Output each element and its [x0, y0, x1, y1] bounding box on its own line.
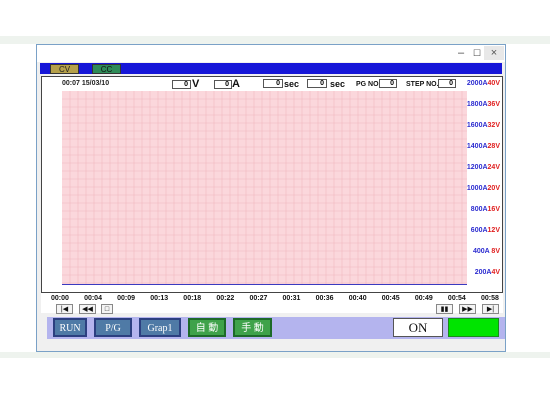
y-tick-label: 1200A24V [467, 164, 500, 171]
y-tick-voltage: 32V [487, 122, 500, 129]
y-tick-voltage: 28V [487, 143, 500, 150]
y-tick-current: 400A [473, 248, 490, 255]
status-indicator [448, 318, 499, 337]
y-tick-label: 1800A36V [467, 101, 500, 108]
next-page-button[interactable]: ▶▶ [459, 304, 476, 314]
x-tick-label: 00:09 [117, 295, 136, 302]
app-window: – ☐ × CV CC 00:07 15/03/10 0 V 0 A 0 sec… [36, 44, 506, 352]
y-tick-label: 600A12V [471, 227, 500, 234]
mode-bar: CV CC [40, 63, 502, 74]
y-tick-label: 200A4V [475, 269, 500, 276]
x-tick-label: 00:13 [150, 295, 169, 302]
y-tick-label: 1600A32V [467, 122, 500, 129]
x-tick-label: 00:22 [216, 295, 235, 302]
y-tick-voltage: 40V [487, 80, 500, 87]
x-tick-label: 00:36 [315, 295, 334, 302]
previous-page-button[interactable]: ◀◀ [79, 304, 96, 314]
y-tick-current: 200A [474, 269, 492, 276]
x-tick-label: 00:18 [183, 295, 202, 302]
y-tick-label: 1400A28V [467, 143, 500, 150]
maximize-button[interactable]: ☐ [471, 46, 483, 60]
cc-mode-button[interactable]: CC [92, 64, 121, 74]
y-tick-current: 1800A [466, 101, 488, 108]
y-tick-label: 2000A40V [467, 80, 500, 87]
x-tick-label: 00:31 [282, 295, 301, 302]
datetime-display: 00:07 15/03/10 [62, 80, 110, 87]
current-value-field: 0 [214, 80, 232, 89]
run-button[interactable]: RUN [53, 318, 87, 337]
time2-unit-label: sec [330, 79, 346, 89]
background-band-bottom [0, 352, 550, 358]
x-tick-label: 00:00 [51, 295, 69, 302]
plot-area [62, 91, 467, 284]
program-button[interactable]: P/G [94, 318, 132, 337]
time2-value-field: 0 [307, 79, 327, 88]
y-tick-voltage: 4V [491, 269, 500, 276]
y-tick-voltage: 8V [489, 248, 500, 255]
y-tick-voltage: 16V [487, 206, 500, 213]
close-button[interactable]: × [484, 46, 504, 60]
graph-button[interactable]: Grap1 [139, 318, 181, 337]
pg-number-field: 0 [379, 79, 397, 88]
x-tick-label: 00:58 [481, 295, 499, 302]
minimize-button[interactable]: – [455, 46, 467, 60]
x-tick-label: 00:54 [447, 295, 466, 302]
y-tick-current: 600A [470, 227, 488, 234]
on-button[interactable]: ON [393, 318, 443, 337]
title-bar: – ☐ × [37, 45, 505, 62]
current-unit-label: A [232, 78, 240, 90]
auto-mode-button[interactable]: 自 動 [188, 318, 226, 337]
time1-value-field: 0 [263, 79, 283, 88]
cursor-marker-button[interactable]: □ [101, 304, 113, 314]
background-band-top [0, 36, 550, 44]
y-tick-voltage: 20V [487, 185, 500, 192]
y-tick-label: 1000A20V [467, 185, 500, 192]
y-tick-current: 1000A [466, 185, 488, 192]
pg-number-label: PG NO. [356, 81, 381, 88]
x-tick-label: 00:49 [414, 295, 433, 302]
bottom-toolbar: RUN P/G Grap1 自 動 手 動 ON [47, 317, 505, 339]
y-tick-voltage: 36V [487, 101, 500, 108]
y-tick-voltage: 24V [487, 164, 500, 171]
y-tick-label: 400A 8V [473, 248, 500, 255]
x-tick-label: 00:27 [249, 295, 268, 302]
y-tick-current: 1400A [466, 143, 488, 150]
chart-panel: 00:07 15/03/10 0 V 0 A 0 sec 0 sec PG NO… [41, 76, 503, 293]
timeline-bar: 00:00 00:04 00:09 00:13 00:18 00:22 00:27 00:31… [41, 293, 503, 314]
x-tick-label: 00:40 [348, 295, 367, 302]
step-number-label: STEP NO. [406, 81, 439, 88]
y-tick-current: 2000A [466, 80, 488, 87]
manual-mode-button[interactable]: 手 動 [233, 318, 272, 337]
y-tick-current: 1200A [466, 164, 488, 171]
y-tick-current: 1600A [466, 122, 488, 129]
y-tick-label: 800A16V [471, 206, 500, 213]
cv-mode-button[interactable]: CV [50, 64, 79, 74]
voltage-unit-label: V [192, 78, 200, 90]
y-tick-current: 800A [470, 206, 488, 213]
x-axis-line [62, 284, 467, 285]
plot-grid [62, 91, 467, 284]
voltage-value-field: 0 [172, 80, 191, 89]
pause-button[interactable]: ▮▮ [436, 304, 453, 314]
time1-unit-label: sec [284, 79, 300, 89]
last-page-button[interactable]: ▶| [482, 304, 499, 314]
y-tick-voltage: 12V [487, 227, 500, 234]
first-page-button[interactable]: |◀ [56, 304, 73, 314]
x-tick-label: 00:04 [84, 295, 102, 302]
step-number-field: 0 [438, 79, 456, 88]
x-tick-label: 00:45 [381, 295, 400, 302]
